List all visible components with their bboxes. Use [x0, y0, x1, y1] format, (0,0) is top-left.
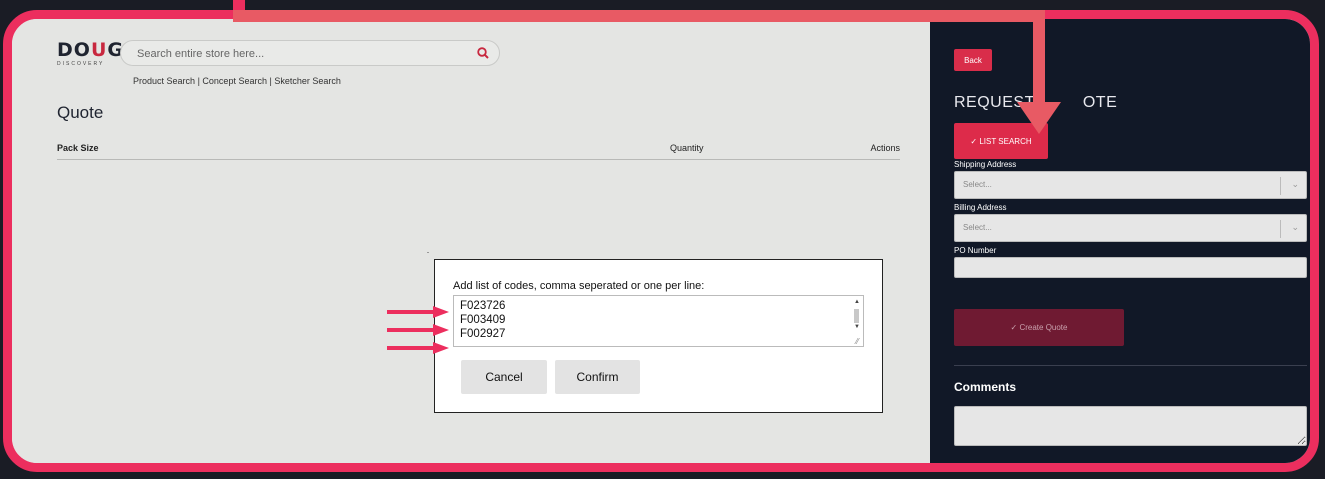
concept-search-link[interactable]: Concept Search [202, 76, 267, 86]
product-search-link[interactable]: Product Search [133, 76, 195, 86]
dialog-label: Add list of codes, comma seperated or on… [453, 280, 705, 292]
scroll-down-icon[interactable]: ▼ [854, 324, 860, 330]
column-quantity: Quantity [670, 143, 704, 153]
request-quote-panel: Back REQUEST OTE ✓ LIST SEARCH Shipping A… [930, 19, 1310, 463]
arrow-right-icon [387, 342, 449, 354]
page-title: Quote [57, 103, 104, 122]
column-pack-size: Pack Size [57, 143, 99, 153]
check-icon: ✓ [970, 136, 978, 146]
create-quote-button[interactable]: ✓ Create Quote [954, 309, 1124, 346]
chevron-down-icon: ⌄ [1291, 179, 1299, 189]
search-links: Product Search | Concept Search | Sketch… [133, 76, 341, 86]
cancel-button[interactable]: Cancel [461, 360, 547, 394]
back-button[interactable]: Back [954, 49, 992, 71]
logo[interactable]: DOUG DISCOVERY [57, 41, 123, 68]
search-bar [120, 40, 500, 66]
resize-handle-icon[interactable]: ⁄⁄ [856, 337, 859, 346]
chevron-down-icon: ⌄ [1291, 222, 1299, 232]
comments-textarea[interactable] [954, 406, 1307, 446]
loading-dot [427, 252, 429, 253]
main-content: DOUG DISCOVERY Product Search | Concept … [12, 19, 930, 463]
panel-title: REQUEST OTE [954, 94, 1118, 111]
search-input[interactable] [135, 45, 439, 63]
scroll-up-icon[interactable]: ▲ [854, 299, 860, 305]
search-icon[interactable] [476, 46, 490, 60]
billing-address-label: Billing Address [954, 203, 1007, 212]
table-header: Pack Size Quantity Actions [57, 141, 900, 160]
billing-address-select[interactable]: Select... ⌄ [954, 214, 1307, 242]
codes-textarea[interactable] [453, 295, 864, 347]
po-number-input[interactable] [954, 257, 1307, 278]
check-icon: ✓ [1010, 323, 1018, 332]
divider [954, 365, 1307, 366]
scrollbar-thumb[interactable] [854, 309, 859, 323]
sketcher-search-link[interactable]: Sketcher Search [274, 76, 341, 86]
shipping-address-label: Shipping Address [954, 160, 1017, 169]
list-codes-dialog: Add list of codes, comma seperated or on… [434, 259, 883, 413]
list-search-button[interactable]: ✓ LIST SEARCH [954, 123, 1048, 159]
column-actions: Actions [870, 143, 900, 153]
po-number-label: PO Number [954, 246, 997, 255]
confirm-button[interactable]: Confirm [555, 360, 640, 394]
shipping-address-select[interactable]: Select... ⌄ [954, 171, 1307, 199]
arrow-right-icon [387, 324, 449, 336]
arrow-right-icon [387, 306, 449, 318]
comments-label: Comments [954, 380, 1017, 394]
annotation-frame: DOUG DISCOVERY Product Search | Concept … [3, 10, 1319, 472]
